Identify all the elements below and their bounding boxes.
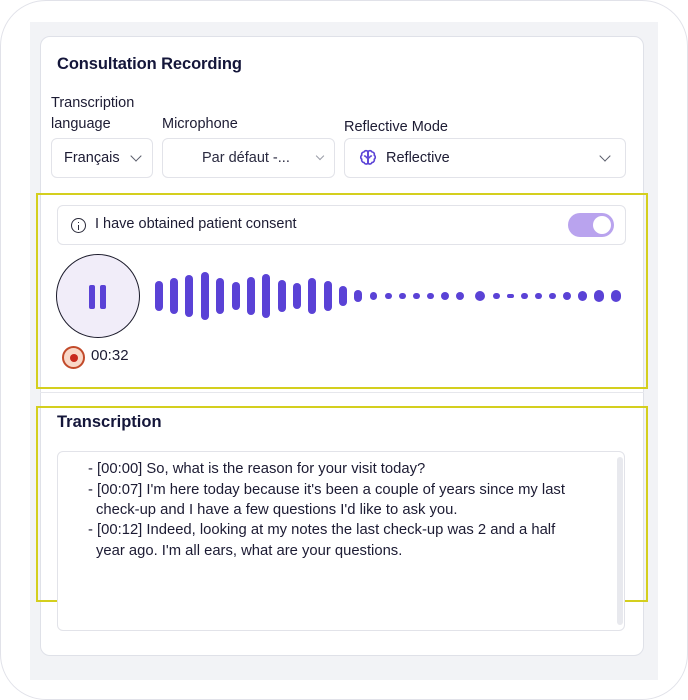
- transcript-line: - [00:00] So, what is the reason for you…: [88, 461, 426, 477]
- reflective-mode-select-value: Reflective: [386, 150, 450, 166]
- wave-bar: [475, 291, 485, 301]
- consent-toggle[interactable]: [568, 213, 614, 237]
- wave-bar: [201, 272, 209, 320]
- consent-row: I have obtained patient consent: [57, 205, 626, 245]
- wave-bar: [385, 293, 392, 299]
- wave-bar: [563, 292, 571, 300]
- wave-bar: [370, 292, 377, 300]
- transcript-line: year ago. I'm all ears, what are your qu…: [96, 543, 403, 559]
- wave-bar: [493, 293, 500, 299]
- wave-bar: [549, 293, 556, 299]
- brain-icon: [358, 148, 378, 168]
- transcription-language-label-line2: language: [51, 116, 111, 132]
- wave-bar: [611, 290, 621, 302]
- wave-bar: [308, 278, 316, 314]
- transcript-line: check-up and I have a few questions I'd …: [96, 502, 458, 518]
- wave-bar: [456, 292, 464, 300]
- wave-bar: [507, 294, 514, 298]
- pause-icon-bar-right: [100, 285, 106, 309]
- wave-bar: [535, 293, 542, 299]
- consent-text: I have obtained patient consent: [95, 216, 297, 232]
- wave-bar: [578, 291, 587, 301]
- wave-bar: [155, 281, 163, 311]
- reflective-mode-select[interactable]: Reflective: [344, 138, 626, 178]
- microphone-select[interactable]: Par défaut -...: [162, 138, 335, 178]
- transcript-line: - [00:12] Indeed, looking at my notes th…: [88, 522, 556, 538]
- recording-indicator-icon: [62, 346, 85, 369]
- page-title: Consultation Recording: [57, 55, 242, 73]
- wave-bar: [339, 286, 347, 306]
- info-icon: [71, 218, 86, 233]
- wave-bar: [521, 293, 528, 299]
- wave-bar: [278, 280, 286, 312]
- language-select[interactable]: Français: [51, 138, 153, 178]
- pause-icon-bar-left: [89, 285, 95, 309]
- wave-bar: [262, 274, 270, 318]
- wave-bar: [413, 293, 420, 299]
- wave-bar: [324, 281, 332, 311]
- transcript-line: - [00:07] I'm here today because it's be…: [88, 482, 565, 498]
- wave-bar: [170, 278, 178, 314]
- wave-bar: [594, 290, 604, 302]
- chevron-down-icon: [315, 151, 325, 161]
- language-select-value: Français: [64, 150, 120, 166]
- wave-bar: [232, 282, 240, 310]
- audio-waveform: [155, 272, 621, 320]
- wave-bar: [216, 278, 224, 314]
- chevron-down-icon: [130, 150, 142, 162]
- recording-timer: 00:32: [91, 347, 129, 364]
- microphone-label: Microphone: [162, 116, 238, 132]
- microphone-select-value: Par défaut -...: [202, 150, 290, 166]
- transcription-language-label-line1: Transcription: [51, 95, 135, 111]
- wave-bar: [247, 277, 255, 315]
- wave-bar: [293, 283, 301, 309]
- wave-bar: [427, 293, 434, 299]
- wave-bar: [185, 275, 193, 317]
- transcription-textbox[interactable]: [57, 451, 625, 631]
- wave-bar: [441, 292, 449, 300]
- toggle-knob: [593, 216, 611, 234]
- chevron-down-icon: [599, 150, 611, 162]
- transcription-scrollbar[interactable]: [617, 457, 623, 625]
- wave-bar: [399, 293, 406, 299]
- wave-bar: [354, 290, 362, 302]
- pause-button[interactable]: [56, 254, 140, 338]
- reflective-mode-label: Reflective Mode: [344, 119, 448, 135]
